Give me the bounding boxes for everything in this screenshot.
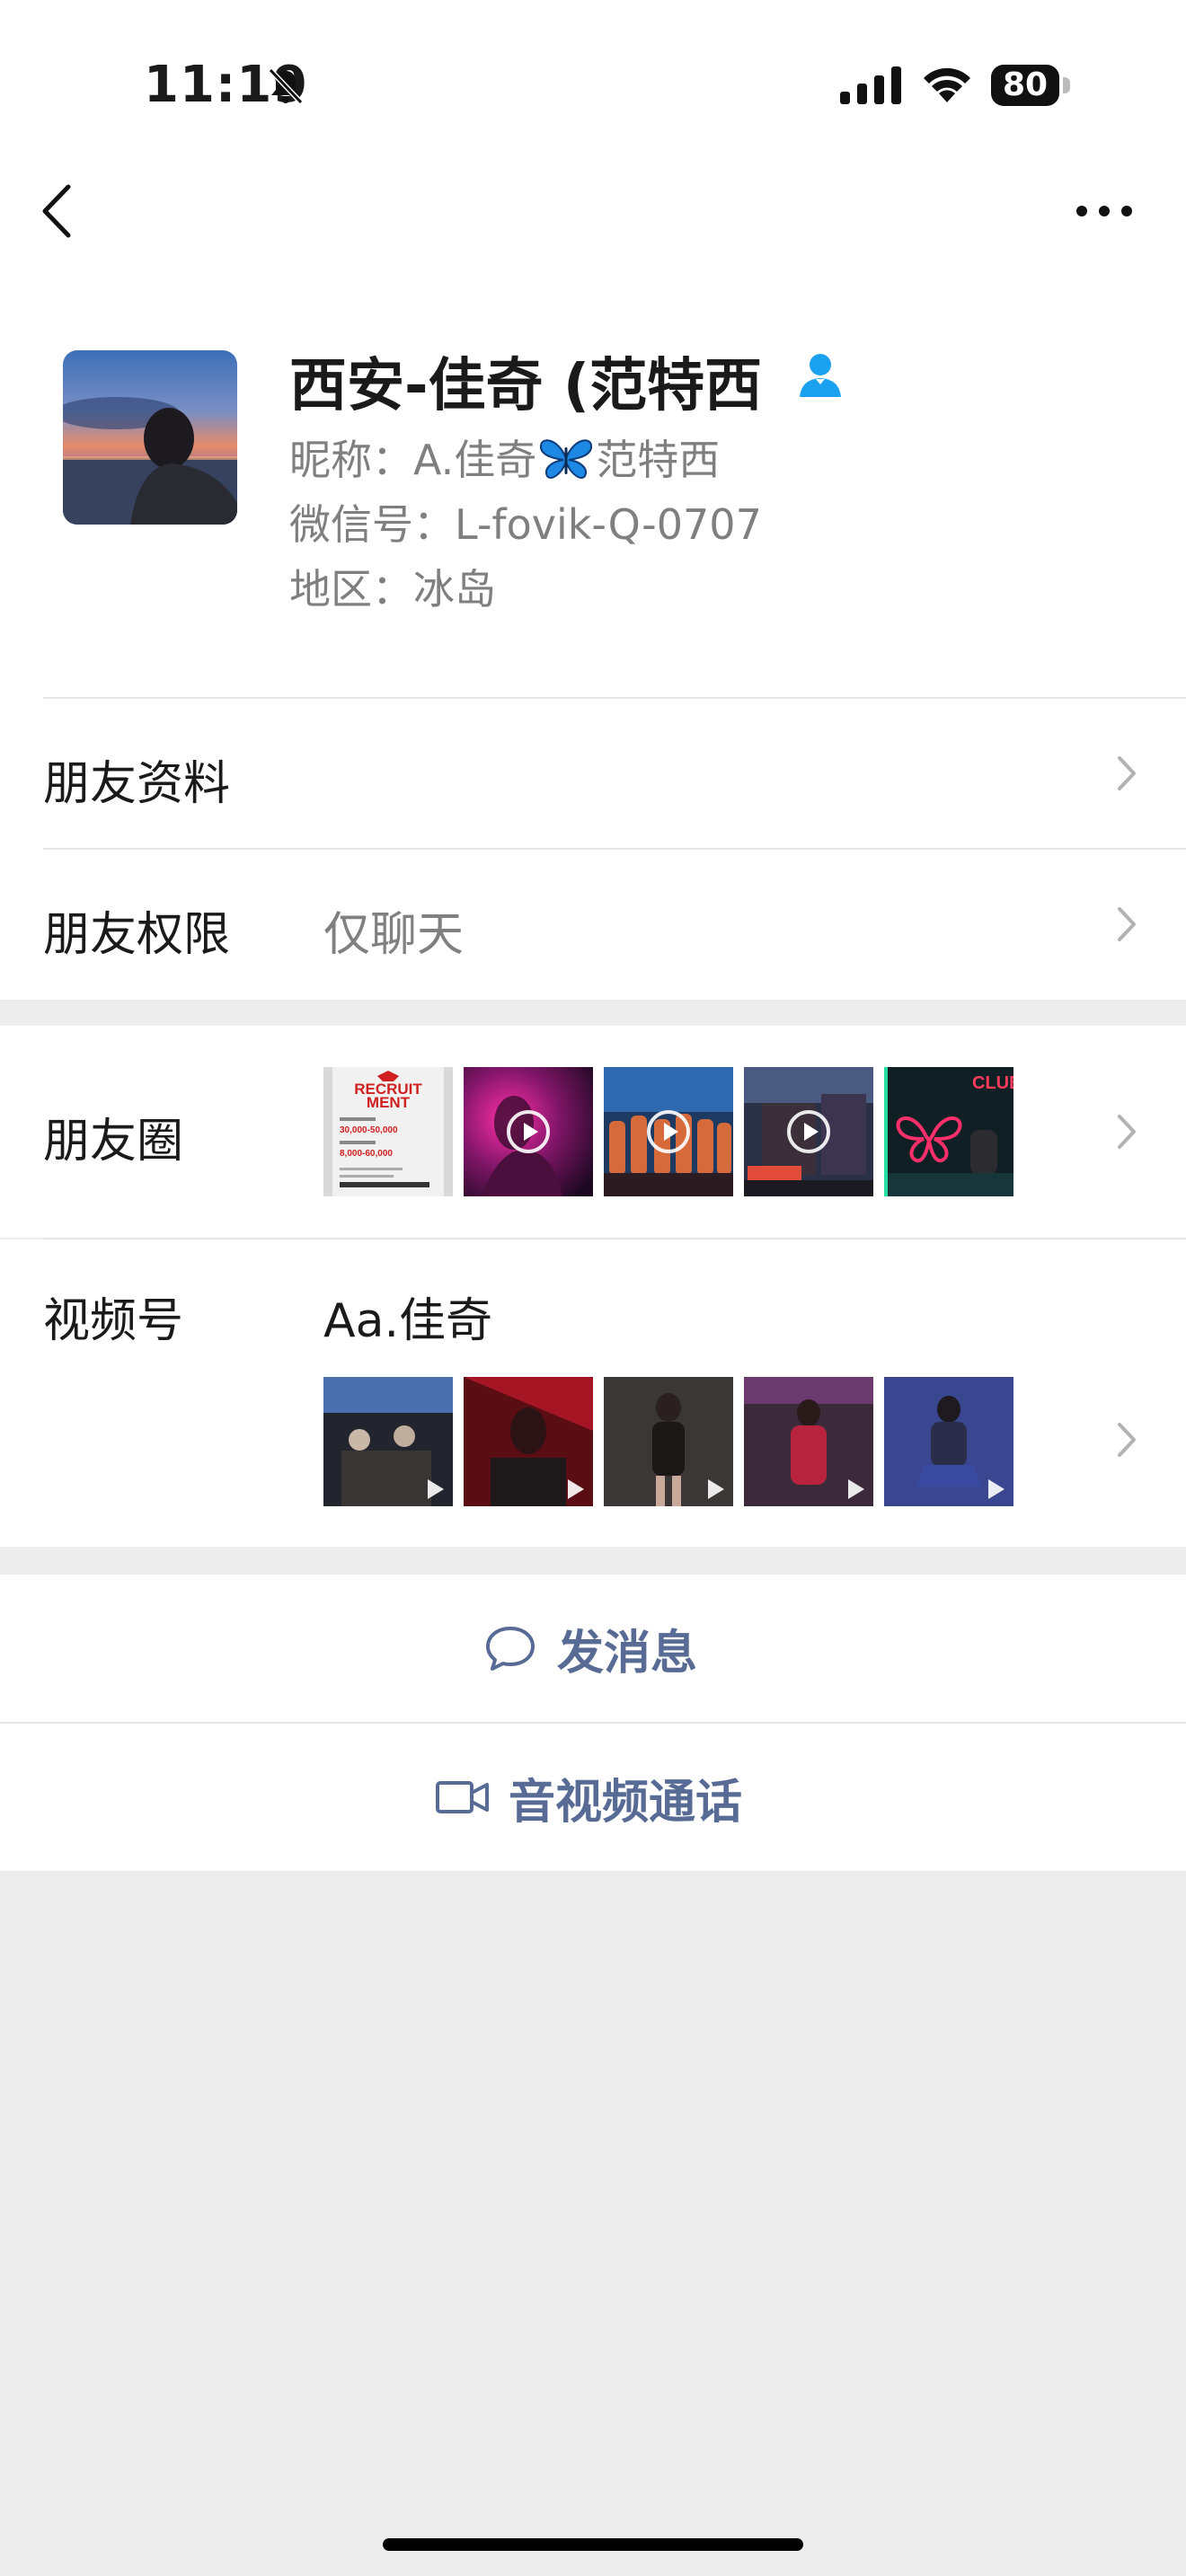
moments-thumbnail — [464, 1067, 593, 1196]
region-line: 地区：冰岛 — [289, 557, 496, 616]
friend-permissions-row[interactable]: 朋友权限 仅聊天 — [0, 850, 1186, 999]
moments-thumbnail — [744, 1067, 873, 1196]
channel-video-thumbnail — [884, 1377, 1013, 1506]
av-call-button[interactable]: 音视频通话 — [0, 1724, 1186, 1871]
battery-level: 80 — [991, 65, 1059, 106]
play-icon — [848, 1479, 864, 1499]
play-circle-icon — [787, 1110, 830, 1153]
friend-permissions-value: 仅聊天 — [323, 908, 465, 962]
channel-video-thumbnail — [323, 1377, 453, 1506]
moments-thumbnail: RECRUIT MENT 30,000-50,000 8,000-60,000 — [323, 1067, 453, 1196]
wifi-icon — [924, 67, 970, 102]
play-icon — [568, 1479, 584, 1499]
chat-bubble-icon — [486, 1627, 535, 1671]
channels-account-name: Aa.佳奇 — [323, 1294, 492, 1348]
send-message-button[interactable]: 发消息 — [0, 1575, 1186, 1722]
friend-profile-row[interactable]: 朋友资料 — [0, 699, 1186, 848]
thumb-salary-2: 8,000-60,000 — [340, 1149, 393, 1159]
channels-label: 视频号 — [43, 1294, 184, 1348]
channel-video-thumbnail — [464, 1377, 593, 1506]
moments-thumbnail: CLUB — [884, 1067, 1013, 1196]
friend-tag-icon — [800, 354, 841, 397]
channel-video-thumbnail — [744, 1377, 873, 1506]
thumb-title-2: MENT — [367, 1094, 411, 1111]
cellular-signal-icon — [840, 66, 901, 104]
play-circle-icon — [647, 1110, 690, 1153]
avatar[interactable] — [63, 350, 237, 525]
friend-profile-label: 朋友资料 — [43, 757, 231, 811]
play-icon — [988, 1479, 1005, 1499]
battery-indicator: 80 — [991, 65, 1072, 106]
nickname-label: 昵称： — [289, 436, 413, 484]
channel-video-thumbnail — [604, 1377, 733, 1506]
region-label: 地区： — [289, 565, 413, 613]
nav-bar — [0, 171, 1186, 251]
battery-nub — [1063, 77, 1070, 93]
wechat-id-value: L-fovik-Q-0707 — [455, 500, 762, 549]
more-options-icon[interactable] — [1075, 198, 1134, 225]
video-camera-icon — [436, 1781, 489, 1813]
region-value: 冰岛 — [413, 565, 496, 613]
av-call-label: 音视频通话 — [509, 1775, 743, 1830]
play-icon — [428, 1479, 444, 1499]
chevron-right-icon — [1118, 907, 1136, 941]
play-circle-icon — [507, 1110, 550, 1153]
channels-row[interactable]: 视频号 Aa.佳奇 — [0, 1239, 1186, 1547]
chevron-right-icon — [1118, 756, 1136, 790]
send-message-content: 发消息 — [483, 1575, 697, 1722]
chevron-right-icon — [1118, 1423, 1136, 1457]
thumb-salary-1: 30,000-50,000 — [340, 1125, 398, 1135]
av-call-content: 音视频通话 — [435, 1724, 742, 1871]
back-chevron-icon[interactable] — [36, 181, 81, 241]
wechat-id-line: 微信号：L-fovik-Q-0707 — [289, 492, 762, 551]
play-icon — [708, 1479, 724, 1499]
thumb-club-text: CLUB — [972, 1073, 1013, 1093]
nickname-post: 范特西 — [596, 436, 721, 484]
nickname-line: 昵称：A.佳奇 范特西 — [289, 428, 720, 487]
friend-permissions-label: 朋友权限 — [43, 908, 231, 962]
wechat-id-label: 微信号： — [289, 500, 455, 549]
send-message-label: 发消息 — [557, 1626, 698, 1681]
moments-row[interactable]: 朋友圈 RECRUIT MENT 30,000-50,000 8,000-60,… — [0, 1026, 1186, 1238]
butterfly-emoji-icon — [540, 439, 593, 479]
moments-thumbnail — [604, 1067, 733, 1196]
chevron-right-icon — [1118, 1115, 1136, 1149]
status-bar: 11:19 80 — [0, 0, 1186, 135]
nickname-pre: A.佳奇 — [413, 436, 537, 484]
silent-bell-icon — [268, 67, 304, 105]
display-name: 西安-佳奇 (范特西 — [289, 353, 763, 419]
moments-label: 朋友圈 — [43, 1115, 184, 1169]
home-indicator — [383, 2538, 803, 2551]
